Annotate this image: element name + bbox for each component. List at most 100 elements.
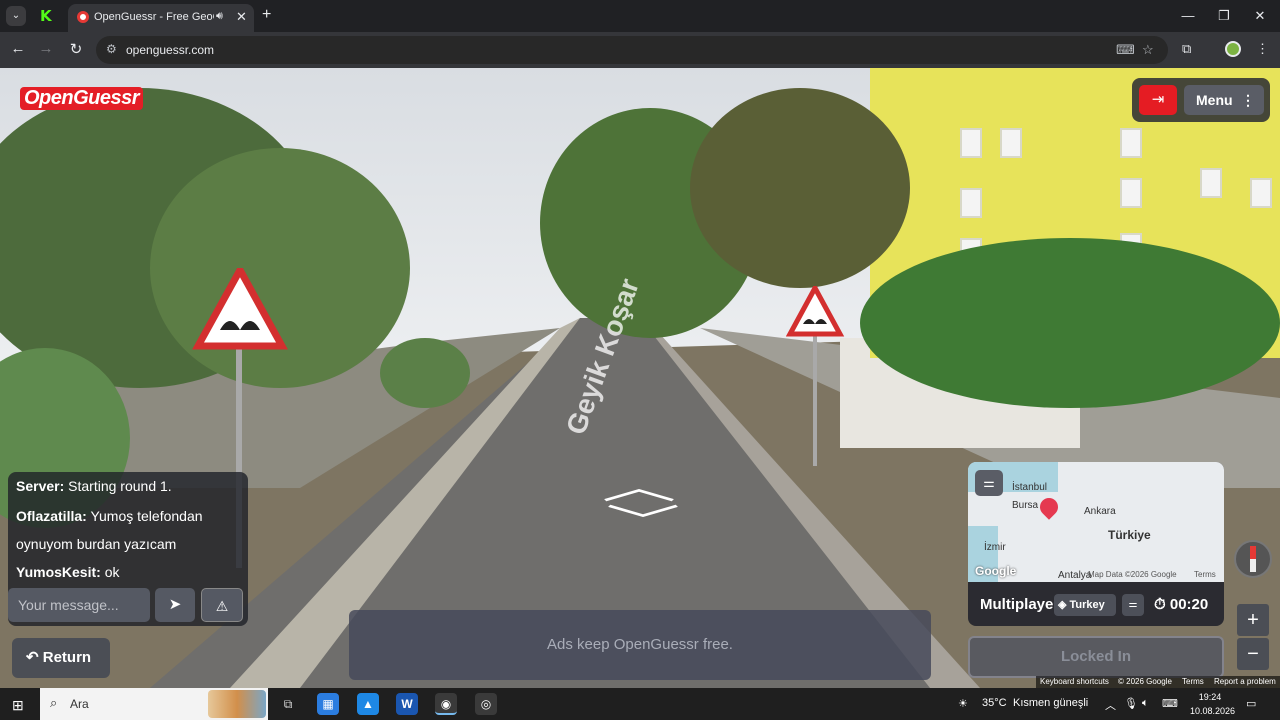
zoom-in-icon[interactable]: + bbox=[1237, 604, 1269, 636]
tab-openguessr[interactable]: OpenGuessr - Free GeoGuessr 🔊︎ ✕ bbox=[68, 4, 254, 32]
tab-close-icon[interactable]: ✕ bbox=[236, 9, 247, 25]
street-view-panorama[interactable]: Geyik Koşar ︿ ﹀ OpenGuessr ⇥ Menu ⋮ Serv… bbox=[0, 68, 1280, 688]
tree bbox=[690, 88, 910, 288]
map-data-credit: Map Data ©2026 Google bbox=[1088, 570, 1177, 579]
chat-message: YumosKesit: ok bbox=[16, 564, 120, 580]
search-highlight-image bbox=[208, 690, 266, 718]
window-close-icon[interactable]: ✕ bbox=[1250, 8, 1270, 24]
forward-icon[interactable]: → bbox=[36, 40, 56, 57]
map-city-label: Ankara bbox=[1084, 506, 1116, 517]
game-mode-label: Multiplayer bbox=[980, 596, 1060, 613]
round-timer: ⏱ 00:20 bbox=[1154, 596, 1208, 613]
translate-icon[interactable]: ⌨ bbox=[1116, 42, 1135, 58]
streetview-footer: Keyboard shortcuts © 2026 Google Terms R… bbox=[1036, 676, 1280, 688]
volume-icon[interactable]: 🔈︎ bbox=[1142, 697, 1149, 710]
bookmark-star-icon[interactable]: ☆ bbox=[1142, 42, 1154, 58]
task-view-icon[interactable]: ⧉ bbox=[277, 693, 299, 715]
return-button[interactable]: ↶ Return bbox=[12, 638, 110, 678]
new-tab-icon[interactable]: + bbox=[262, 6, 271, 24]
address-bar[interactable]: ⚙ openguessr.com ⌨ ☆ bbox=[96, 36, 1168, 64]
minimize-icon[interactable]: — bbox=[1178, 8, 1198, 23]
round-settings-icon[interactable]: ⚌ bbox=[1122, 594, 1144, 616]
tab-search-chevron-icon[interactable]: ⌄ bbox=[6, 6, 26, 26]
restore-icon[interactable]: ❐ bbox=[1214, 8, 1234, 24]
openguessr-logo[interactable]: OpenGuessr bbox=[20, 87, 144, 110]
site-info-icon[interactable]: ⚙ bbox=[106, 42, 117, 56]
microsoft-store-icon[interactable]: ▦ bbox=[317, 693, 339, 715]
weather-icon[interactable]: ☀ bbox=[958, 697, 968, 710]
openguessr-favicon-icon bbox=[77, 11, 89, 23]
compass-icon[interactable] bbox=[1234, 540, 1272, 578]
system-clock[interactable]: 19:24 10.08.2026 bbox=[1190, 690, 1236, 718]
report-problem-link[interactable]: Report a problem bbox=[1214, 677, 1276, 686]
map-city-label: İzmir bbox=[984, 542, 1006, 553]
back-icon[interactable]: ← bbox=[8, 40, 28, 57]
map-city-label: İstanbul bbox=[1012, 482, 1048, 493]
map-settings-icon[interactable]: ⚌ bbox=[975, 470, 1003, 496]
clock-time: 19:24 bbox=[1198, 692, 1222, 702]
tray-expand-icon[interactable]: ︿ bbox=[1105, 697, 1116, 713]
map-country-label: Türkiye bbox=[1108, 528, 1151, 542]
top-menu-bar: ⇥ Menu ⋮ bbox=[1132, 78, 1270, 122]
exit-icon[interactable]: ⇥ bbox=[1139, 85, 1177, 115]
recording-app-icon[interactable]: ◎ bbox=[475, 693, 497, 715]
tab-title: OpenGuessr - Free GeoGuessr bbox=[94, 11, 214, 23]
move-back-arrow-icon[interactable]: ﹀ bbox=[606, 494, 681, 543]
extensions-icon[interactable]: ⧉ bbox=[1182, 41, 1191, 57]
bump-sign-right bbox=[786, 286, 845, 466]
send-icon[interactable]: ➤ bbox=[155, 588, 195, 622]
map-city-label: Antalya bbox=[1058, 570, 1092, 581]
url-text: openguessr.com bbox=[126, 43, 215, 57]
speaker-icon[interactable]: 🔊︎ bbox=[216, 10, 223, 23]
search-placeholder: Ara bbox=[70, 697, 89, 711]
photos-app-icon[interactable]: ▲ bbox=[357, 693, 379, 715]
map-guess-pin-icon[interactable] bbox=[1036, 494, 1062, 520]
country-tag-label: Turkey bbox=[1069, 599, 1105, 611]
map-city-label: Bursa bbox=[1012, 500, 1039, 511]
search-icon: ⌕ bbox=[50, 695, 58, 710]
undo-icon: ↶ bbox=[26, 649, 39, 666]
zoom-out-icon[interactable]: − bbox=[1237, 638, 1269, 670]
terms-link[interactable]: Terms bbox=[1182, 677, 1204, 686]
word-icon[interactable]: W bbox=[396, 693, 418, 715]
microphone-icon[interactable]: 🎙︎ bbox=[1124, 697, 1138, 710]
report-chat-icon[interactable]: ⚠ bbox=[201, 588, 243, 622]
keyboard-icon[interactable]: ⌨ bbox=[1162, 697, 1178, 710]
guess-map-panel: İstanbul Bursa Ankara Türkiye İzmir Anta… bbox=[968, 462, 1224, 626]
taskbar-search[interactable]: ⌕ Ara bbox=[40, 688, 268, 720]
chat-message: Oflazatilla: Yumoş telefondan bbox=[16, 508, 203, 524]
more-vert-icon: ⋮ bbox=[1241, 92, 1255, 108]
chat-message-input[interactable]: Your message... bbox=[8, 588, 150, 622]
bush bbox=[380, 338, 470, 408]
stopwatch-icon: ⏱ bbox=[1154, 596, 1166, 613]
notifications-icon[interactable]: ▭ bbox=[1246, 697, 1256, 710]
google-logo: Google bbox=[975, 564, 1017, 578]
chrome-icon[interactable]: ◉ bbox=[435, 693, 457, 715]
kick-tab-icon[interactable]: K bbox=[40, 9, 54, 24]
map-country-tag[interactable]: ◈ Turkey bbox=[1054, 594, 1116, 616]
return-label: Return bbox=[42, 649, 92, 666]
map-terms-link[interactable]: Terms bbox=[1194, 570, 1216, 579]
guess-map[interactable]: İstanbul Bursa Ankara Türkiye İzmir Anta… bbox=[968, 462, 1224, 582]
windows-taskbar: ⊞ ⌕ Ara ⧉ ▦ ▲ W ◉ ◎ ☀ 35°C Kısmen güneşl… bbox=[0, 688, 1280, 720]
keyboard-shortcuts-link[interactable]: Keyboard shortcuts bbox=[1040, 677, 1109, 686]
hedge bbox=[860, 238, 1280, 408]
chat-message: Server: Starting round 1. bbox=[16, 478, 172, 494]
reload-icon[interactable]: ↻ bbox=[66, 40, 86, 58]
chat-message: oynuyom burdan yazıcam bbox=[16, 536, 177, 552]
lock-in-button[interactable]: Locked In bbox=[968, 636, 1224, 678]
menu-label: Menu bbox=[1196, 92, 1233, 108]
timer-value: 00:20 bbox=[1169, 596, 1209, 613]
windows-start-icon[interactable]: ⊞ bbox=[12, 697, 24, 714]
clock-date: 10.08.2026 bbox=[1190, 706, 1236, 716]
ad-placeholder: Ads keep OpenGuessr free. bbox=[349, 610, 931, 680]
weather-description[interactable]: Kısmen güneşli bbox=[1013, 697, 1088, 709]
browser-toolbar: ← → ↻ ⚙ openguessr.com ⌨ ☆ ⧉ ⋮ bbox=[0, 32, 1280, 68]
chrome-menu-icon[interactable]: ⋮ bbox=[1256, 41, 1269, 57]
tab-strip: ⌄ K OpenGuessr - Free GeoGuessr 🔊︎ ✕ + —… bbox=[0, 0, 1280, 32]
profile-avatar[interactable] bbox=[1225, 41, 1241, 57]
copyright-text: © 2026 Google bbox=[1118, 677, 1172, 686]
weather-temp[interactable]: 35°C bbox=[982, 697, 1007, 709]
menu-button[interactable]: Menu ⋮ bbox=[1184, 85, 1264, 115]
layers-icon: ◈ bbox=[1058, 599, 1067, 611]
